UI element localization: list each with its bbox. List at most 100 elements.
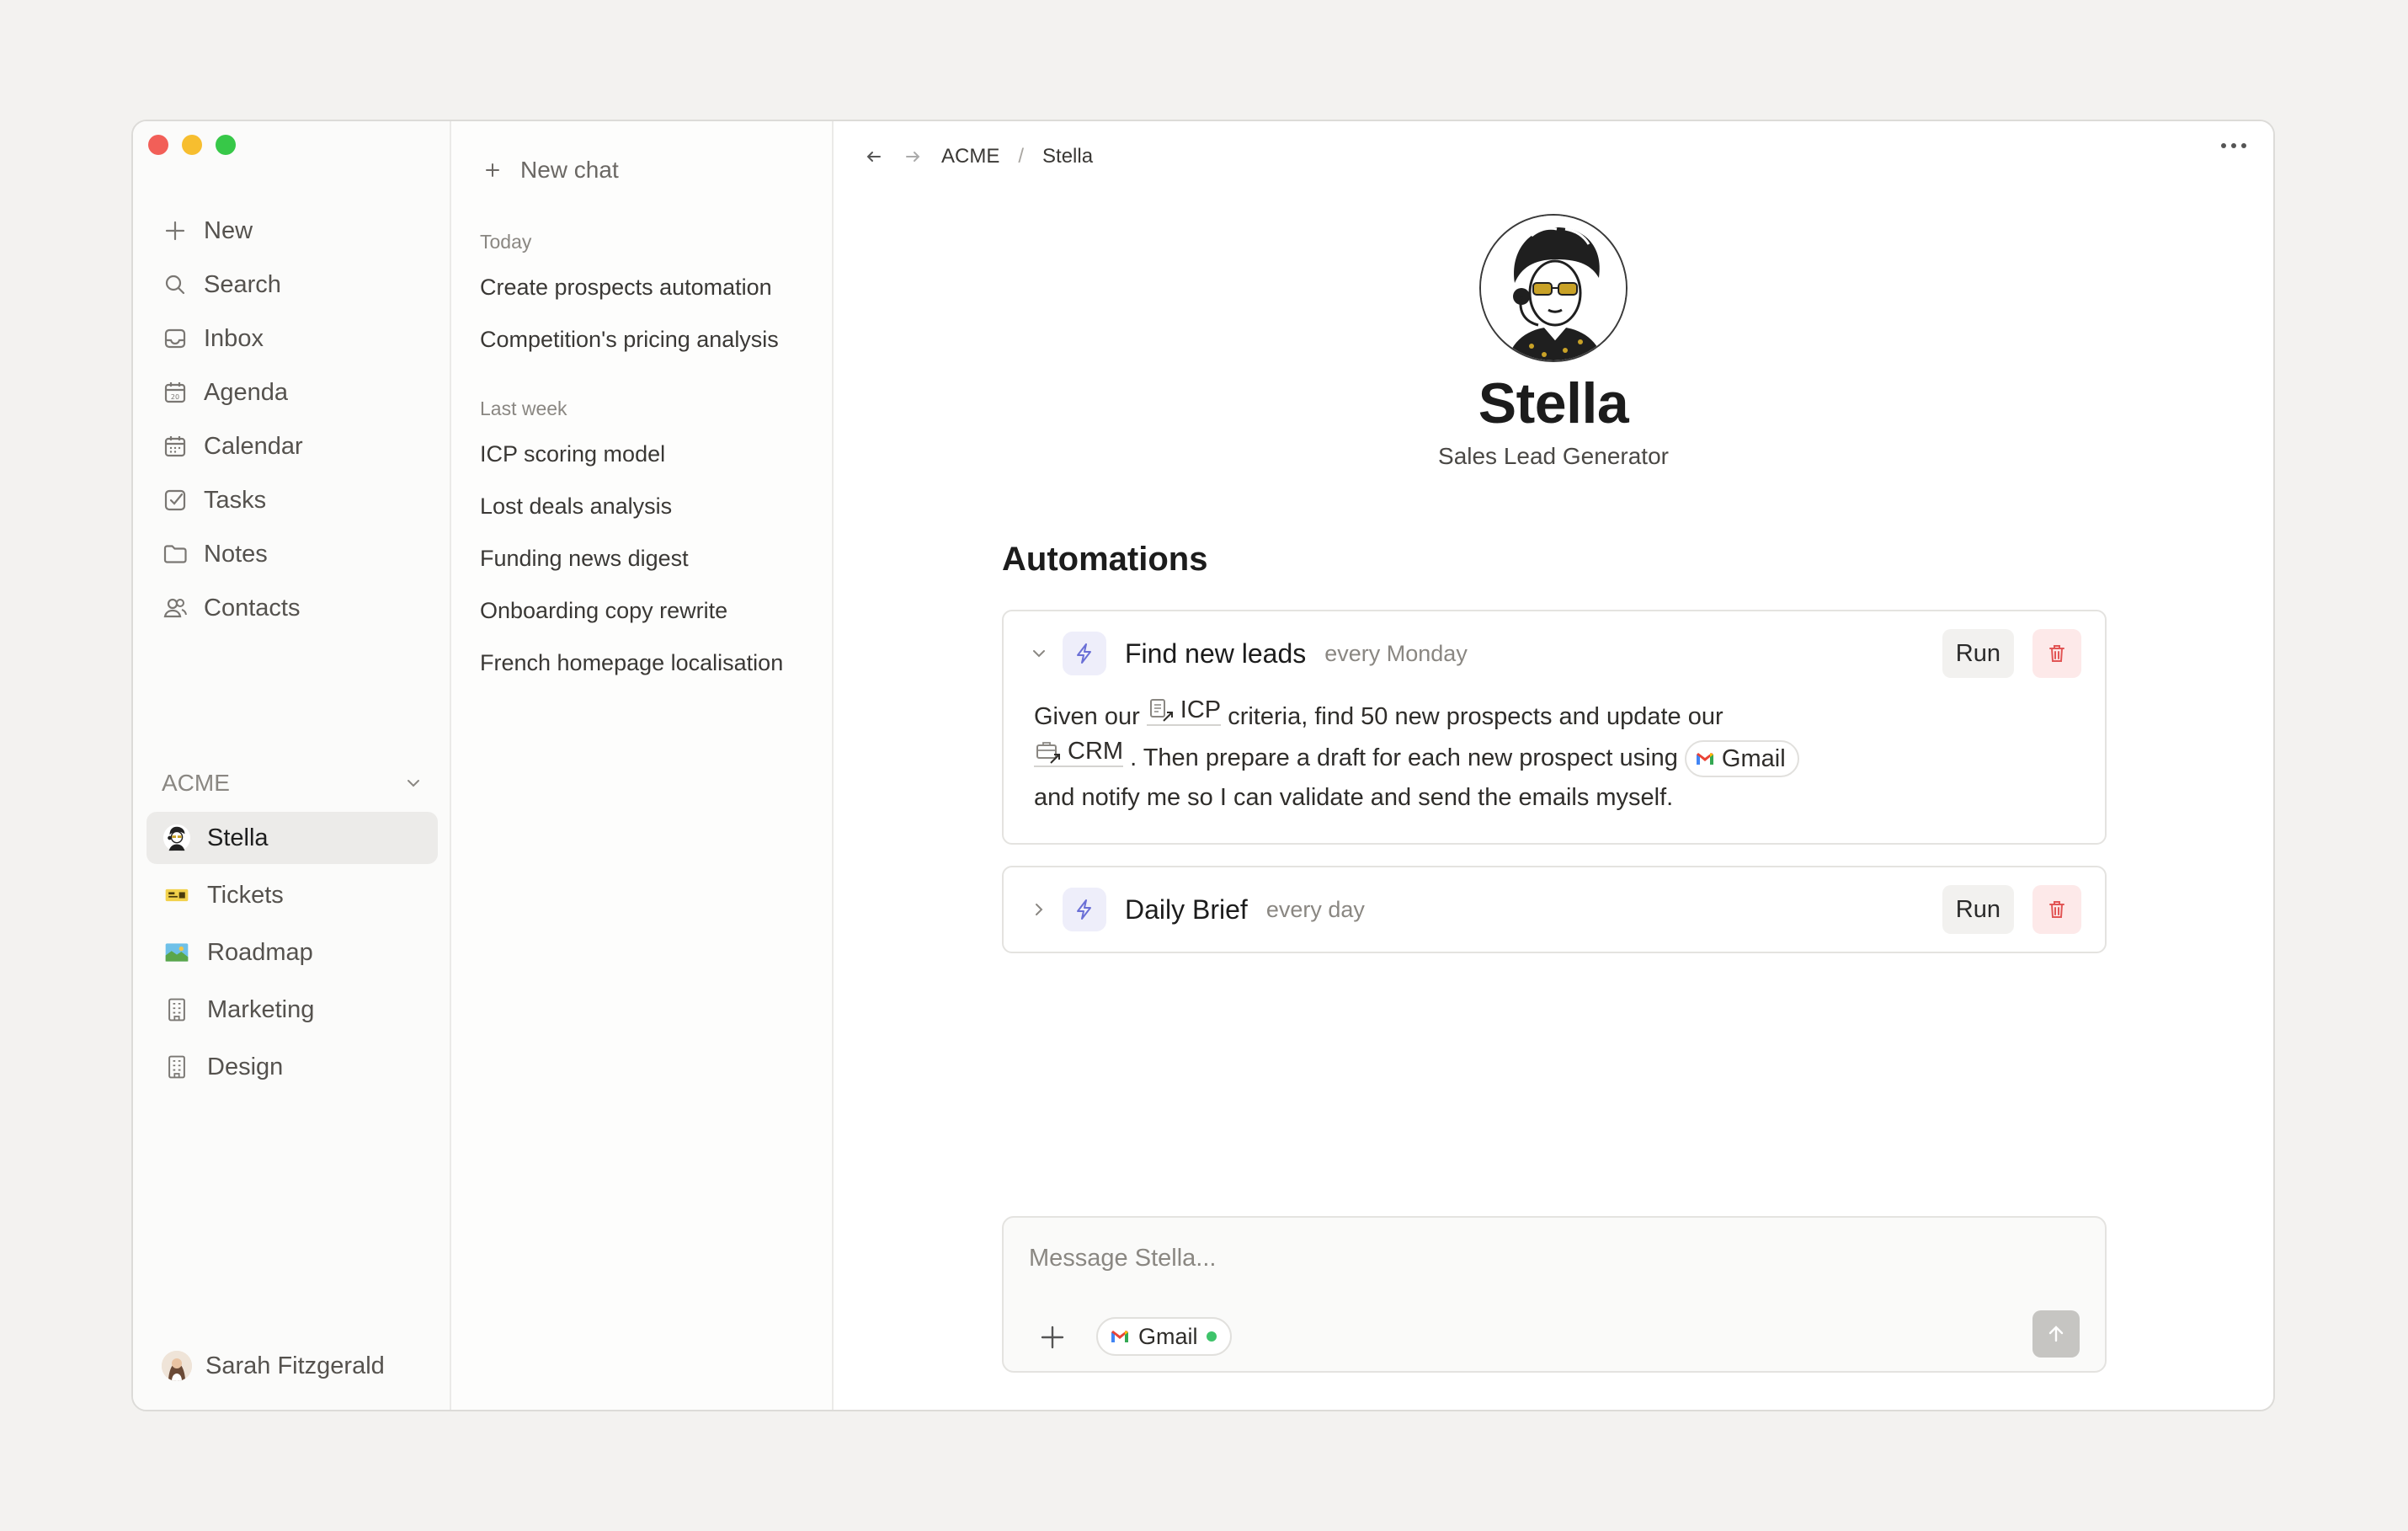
document-link-icon xyxy=(1149,699,1173,722)
nav-calendar[interactable]: Calendar xyxy=(147,421,438,472)
nav-label: Agenda xyxy=(204,378,288,406)
sidebar-item-label: Stella xyxy=(207,824,269,851)
description-text: and notify me so I can validate and send… xyxy=(1034,784,1674,811)
avatar xyxy=(162,1351,192,1381)
trash-icon xyxy=(2049,901,2064,918)
nav-label: Inbox xyxy=(204,324,264,352)
chat-item[interactable]: ICP scoring model xyxy=(480,441,665,467)
gmail-icon xyxy=(1696,753,1713,766)
folder-icon xyxy=(163,545,187,563)
automation-header[interactable]: Find new leads every Monday Run xyxy=(1004,611,2105,696)
back-arrow-icon[interactable] xyxy=(864,147,884,167)
sidebar-item-tickets[interactable]: Tickets xyxy=(147,869,438,921)
nav-label: Contacts xyxy=(204,594,301,621)
chevron-down-icon[interactable] xyxy=(1027,642,1051,665)
automation-header[interactable]: Daily Brief every day Run xyxy=(1004,867,2105,952)
app-window: New Search Inbox 20 Agenda Calendar Task… xyxy=(131,120,2275,1411)
main-nav: New Search Inbox 20 Agenda Calendar Task… xyxy=(147,205,438,637)
run-button[interactable]: Run xyxy=(1942,885,2014,934)
automation-title: Daily Brief xyxy=(1125,894,1248,925)
delete-button[interactable] xyxy=(2032,885,2081,934)
sidebar-item-design[interactable]: Design xyxy=(147,1041,438,1093)
icp-reference-chip[interactable]: ICP xyxy=(1146,696,1222,726)
nav-contacts[interactable]: Contacts xyxy=(147,583,438,633)
run-button[interactable]: Run xyxy=(1942,629,2014,678)
nav-label: Notes xyxy=(204,540,268,568)
message-composer[interactable]: Message Stella... Gmail xyxy=(1002,1216,2107,1373)
nav-label: New xyxy=(204,216,253,244)
chat-group-label-last-week: Last week xyxy=(480,397,567,419)
new-chat-button[interactable]: New chat xyxy=(483,157,619,184)
automation-frequency: every day xyxy=(1265,896,1365,922)
chevron-right-icon[interactable] xyxy=(1027,898,1051,921)
stella-avatar-icon xyxy=(162,823,192,853)
building-icon xyxy=(162,1052,192,1082)
contacts-icon xyxy=(163,598,187,618)
inbox-icon xyxy=(164,328,186,349)
ellipsis-dot xyxy=(2241,143,2246,148)
breadcrumb-current: Stella xyxy=(1042,145,1094,168)
chip-label: ICP xyxy=(1180,696,1222,723)
automation-title: Find new leads xyxy=(1125,637,1307,669)
status-dot xyxy=(1206,1331,1217,1342)
automation-card: Daily Brief every day Run xyxy=(1002,866,2107,953)
calendar-icon xyxy=(164,436,186,457)
nav-search[interactable]: Search xyxy=(147,259,438,310)
send-button[interactable] xyxy=(2032,1310,2080,1358)
more-options-button[interactable] xyxy=(2221,143,2246,148)
close-window-button[interactable] xyxy=(148,135,168,155)
add-attachment-icon[interactable] xyxy=(1036,1320,1069,1354)
lightning-icon xyxy=(1063,632,1106,675)
gmail-icon xyxy=(1111,1331,1128,1342)
chip-label: Gmail xyxy=(1721,744,1786,772)
trash-icon xyxy=(2049,645,2064,662)
chat-history: New chat Today Create prospects automati… xyxy=(451,121,834,1410)
sidebar: New Search Inbox 20 Agenda Calendar Task… xyxy=(133,121,451,1410)
workspace-header[interactable]: ACME xyxy=(147,758,438,808)
gmail-chip[interactable]: Gmail xyxy=(1684,740,1799,778)
breadcrumb-root[interactable]: ACME xyxy=(941,145,999,168)
nav-inbox[interactable]: Inbox xyxy=(147,313,438,364)
chat-item[interactable]: French homepage localisation xyxy=(480,650,783,676)
ellipsis-icon xyxy=(2221,143,2226,148)
svg-text:20: 20 xyxy=(171,393,179,401)
automation-frequency: every Monday xyxy=(1324,640,1468,666)
nav-label: Search xyxy=(204,270,281,298)
agent-profile: Stella Sales Lead Generator xyxy=(834,214,2273,470)
sidebar-item-stella[interactable]: Stella xyxy=(147,812,438,864)
gmail-integration-pill[interactable]: Gmail xyxy=(1096,1317,1232,1356)
sidebar-item-roadmap[interactable]: Roadmap xyxy=(147,926,438,979)
briefcase-link-icon xyxy=(1036,742,1060,764)
agent-role: Sales Lead Generator xyxy=(1438,443,1669,469)
integration-label: Gmail xyxy=(1138,1323,1198,1349)
search-icon xyxy=(165,275,185,295)
sidebar-item-marketing[interactable]: Marketing xyxy=(147,984,438,1036)
agent-name: Stella xyxy=(1478,371,1629,435)
ticket-icon xyxy=(162,880,192,910)
nav-label: Calendar xyxy=(204,432,303,460)
nav-new[interactable]: New xyxy=(147,205,438,256)
user-name: Sarah Fitzgerald xyxy=(205,1352,385,1379)
minimize-window-button[interactable] xyxy=(182,135,202,155)
nav-tasks[interactable]: Tasks xyxy=(147,475,438,525)
chat-item[interactable]: Create prospects automation xyxy=(480,275,772,301)
chat-item[interactable]: Competition's pricing analysis xyxy=(480,327,779,353)
map-icon xyxy=(162,937,192,968)
nav-agenda[interactable]: 20 Agenda xyxy=(147,367,438,418)
crm-reference-chip[interactable]: CRM xyxy=(1034,737,1124,767)
message-input[interactable]: Message Stella... xyxy=(1029,1245,1216,1272)
chevron-down-icon xyxy=(408,780,419,787)
sidebar-item-label: Marketing xyxy=(207,995,315,1023)
workspace-list: Stella Tickets Roadmap Marketing Design xyxy=(147,812,438,1098)
forward-arrow-icon[interactable] xyxy=(903,147,923,167)
user-profile[interactable]: Sarah Fitzgerald xyxy=(162,1351,385,1381)
chat-item[interactable]: Lost deals analysis xyxy=(480,493,672,520)
delete-button[interactable] xyxy=(2032,629,2081,678)
agent-avatar xyxy=(1479,214,1628,362)
new-chat-label: New chat xyxy=(520,157,619,183)
maximize-window-button[interactable] xyxy=(216,135,236,155)
chat-item[interactable]: Onboarding copy rewrite xyxy=(480,598,727,624)
chat-item[interactable]: Funding news digest xyxy=(480,546,689,572)
nav-notes[interactable]: Notes xyxy=(147,529,438,579)
window-controls xyxy=(148,135,236,155)
